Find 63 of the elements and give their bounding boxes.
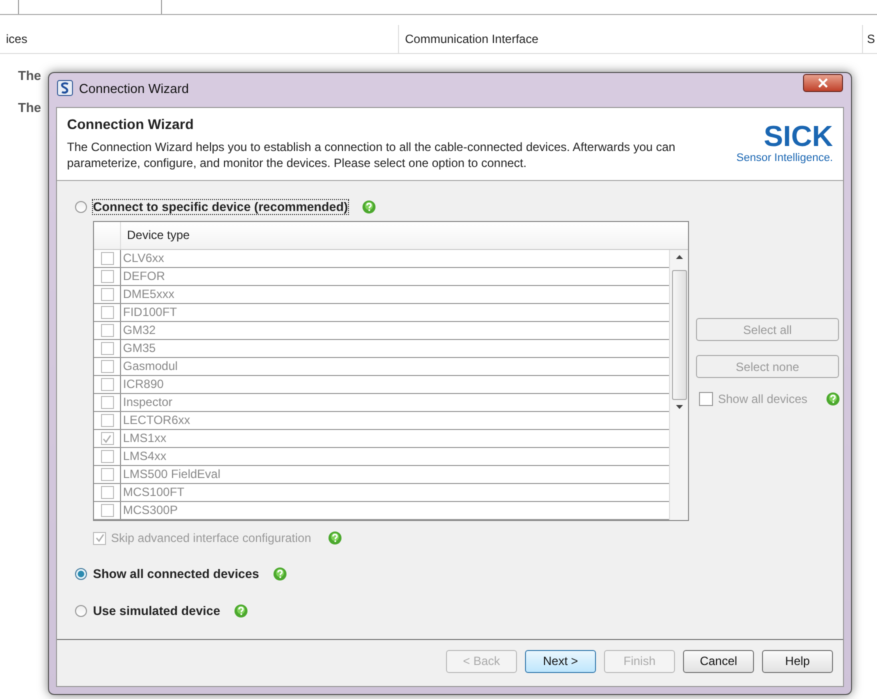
logo-tagline: Sensor Intelligence. <box>736 152 833 164</box>
table-cell-text: MCS100FT <box>122 484 184 501</box>
message-text: The <box>18 100 42 115</box>
checkbox[interactable] <box>100 432 114 445</box>
help-icon[interactable] <box>826 392 840 406</box>
checkbox[interactable] <box>100 342 114 355</box>
column-header: Device type <box>126 227 190 244</box>
checkbox[interactable] <box>100 504 114 517</box>
option-label[interactable]: Show all connected devices <box>93 567 260 581</box>
checkbox[interactable] <box>100 360 114 373</box>
close-icon <box>818 78 828 88</box>
window-title: Connection Wizard <box>79 80 190 96</box>
checkbox[interactable] <box>100 306 114 319</box>
table-cell-text: GM35 <box>122 340 156 357</box>
table-cell-text: FID100FT <box>122 304 178 321</box>
checkbox[interactable] <box>100 288 114 301</box>
checkbox[interactable] <box>699 392 713 406</box>
column-header: S <box>862 25 877 53</box>
checkbox[interactable] <box>100 252 114 265</box>
help-icon[interactable] <box>362 200 376 214</box>
logo-text: SICK <box>764 122 833 152</box>
header-description: The Connection Wizard helps you to establish a connection to all the cable-connected devices. Afterwards you can parameterize, configure, and monitor the devices. Please select one option to connect. <box>67 139 676 171</box>
option-label[interactable]: Use simulated device <box>93 604 220 618</box>
checkbox[interactable] <box>100 324 114 337</box>
checkbox[interactable] <box>100 450 114 463</box>
scroll-up-icon[interactable] <box>676 255 682 259</box>
table-cell-text: Inspector <box>122 394 172 411</box>
message-text: The <box>18 68 42 83</box>
app-icon <box>57 80 73 96</box>
scroll-down-icon[interactable] <box>676 405 682 409</box>
table-cell-text: LECTOR6xx <box>122 412 190 429</box>
radio-button[interactable] <box>75 201 87 213</box>
help-icon[interactable] <box>234 604 248 618</box>
table-cell-text: Gasmodul <box>122 358 178 375</box>
checkbox[interactable] <box>100 468 114 481</box>
help-icon[interactable] <box>328 531 342 545</box>
table-cell-text: DME5xxx <box>122 286 174 303</box>
checkbox[interactable] <box>100 378 114 391</box>
table-cell-text: GM32 <box>122 322 156 339</box>
checkbox[interactable] <box>100 270 114 283</box>
table-cell-text: LMS4xx <box>122 448 166 465</box>
wizard-button[interactable]: Next > <box>525 650 596 672</box>
table-cell-text: CLV6xx <box>122 250 164 267</box>
header-title: Connection Wizard <box>67 116 195 132</box>
wizard-button[interactable]: Cancel <box>683 650 754 672</box>
option-label[interactable]: Connect to specific device (recommended) <box>93 200 348 214</box>
table-cell-text: DEFOR <box>122 268 165 285</box>
help-icon[interactable] <box>273 567 288 581</box>
table-cell-text: ICR890 <box>122 376 164 393</box>
wizard-button[interactable]: Help <box>762 650 833 672</box>
table-cell-text: MCS300P <box>122 502 178 519</box>
scrollbar[interactable] <box>669 250 688 520</box>
close-button[interactable] <box>803 74 843 92</box>
table-cell-text: LMS1xx <box>122 430 166 447</box>
checkbox[interactable] <box>93 532 106 544</box>
table-cell-text: LMS500 FieldEval <box>122 466 220 483</box>
radio-button[interactable] <box>75 568 87 580</box>
checkbox[interactable] <box>100 396 114 409</box>
checkbox[interactable] <box>100 414 114 427</box>
radio-button[interactable] <box>75 605 87 617</box>
column-header: ices <box>5 32 28 46</box>
column-header: Communication Interface <box>398 25 862 53</box>
checkbox[interactable] <box>100 486 114 499</box>
